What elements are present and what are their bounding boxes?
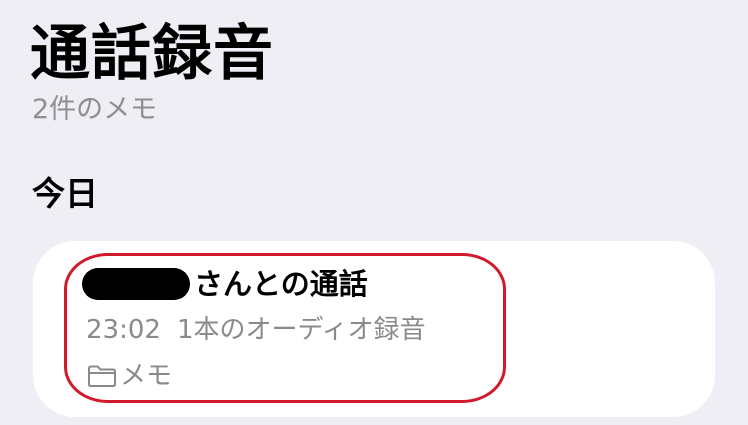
note-count: 2件のメモ xyxy=(32,94,158,125)
note-summary: 1本のオーディオ録音 xyxy=(176,315,426,345)
folder-label: メモ xyxy=(120,361,173,391)
note-time: 23:02 xyxy=(86,315,161,345)
folder-icon xyxy=(86,363,118,389)
page-title: 通話録音 xyxy=(30,19,274,89)
note-title-text: さんとの通話 xyxy=(194,267,368,301)
note-folder: メモ xyxy=(86,358,172,394)
section-header-today: 今日 xyxy=(32,174,98,213)
note-title: さんとの通話 xyxy=(82,262,368,306)
redacted-name xyxy=(82,268,190,300)
note-meta: 23:02 1本のオーディオ録音 xyxy=(86,312,426,348)
